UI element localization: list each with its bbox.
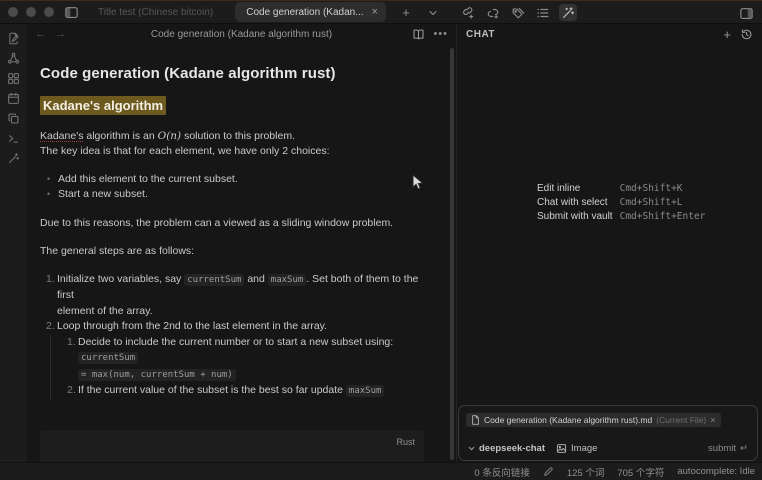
- doc-heading-1: Code generation (Kadane algorithm rust): [40, 64, 424, 83]
- canvas-grid-icon[interactable]: [4, 71, 24, 85]
- chat-input-box[interactable]: Code generation (Kadane algorithm rust).…: [458, 405, 758, 461]
- editor-scrollbar[interactable]: [450, 48, 454, 460]
- chat-toolbar: [459, 4, 577, 21]
- traffic-lights: [8, 7, 54, 17]
- list-item: 1. Decide to include the current number …: [51, 335, 424, 384]
- toggle-left-sidebar-icon[interactable]: [62, 3, 80, 21]
- list-item: 1. Initialize two variables, say current…: [40, 272, 424, 320]
- chip-close-icon[interactable]: ×: [710, 415, 715, 425]
- tags-icon[interactable]: [509, 4, 527, 21]
- file-icon: [471, 415, 480, 425]
- inline-code: currentSum: [78, 352, 138, 364]
- chat-panel-title: CHAT: [466, 29, 495, 40]
- chat-messages-area: Edit inline Cmd+Shift+K Chat with select…: [457, 44, 762, 462]
- graph-view-icon[interactable]: [4, 51, 24, 65]
- note-title-breadcrumb: Code generation (Kadane algorithm rust): [27, 29, 456, 40]
- edit-pencil-icon[interactable]: [543, 466, 554, 477]
- submit-button[interactable]: submit ↵: [708, 443, 748, 454]
- toggle-right-sidebar-icon[interactable]: [737, 4, 755, 22]
- backlinks-count[interactable]: 0 条反向链接: [474, 465, 529, 479]
- close-window-button[interactable]: [8, 7, 18, 17]
- chat-history-icon[interactable]: [740, 28, 753, 41]
- code-language-label: Rust: [396, 435, 415, 451]
- list-item: • Add this element to the current subset…: [40, 172, 424, 188]
- daily-note-calendar-icon[interactable]: [4, 91, 24, 105]
- navigate-back-icon[interactable]: ←: [35, 28, 46, 40]
- rust-code-block: Rust: [40, 430, 424, 463]
- inline-code: = max(num, currentSum + num): [78, 369, 236, 381]
- new-tab-button[interactable]: +: [398, 5, 414, 20]
- model-selector[interactable]: deepseek-chat: [467, 443, 545, 454]
- titlebar: Title test (Chinese bitcoin) Code genera…: [0, 1, 762, 24]
- workspace: ← → Code generation (Kadane algorithm ru…: [0, 24, 762, 462]
- editor-pane: ← → Code generation (Kadane algorithm ru…: [27, 24, 456, 462]
- bullet-glyph: •: [47, 172, 58, 188]
- return-key-icon: ↵: [740, 443, 748, 454]
- tab-close-icon[interactable]: ×: [372, 7, 378, 18]
- ribbon-wand-icon[interactable]: [4, 151, 24, 165]
- quick-switcher-icon[interactable]: [4, 31, 24, 45]
- paragraph-sliding-window: Due to this reasons, the problem can a v…: [40, 216, 424, 232]
- char-count: 705 个字符: [617, 465, 664, 479]
- new-chat-icon[interactable]: +: [723, 28, 731, 41]
- steps-ordered-list: 1. Initialize two variables, say current…: [40, 272, 424, 400]
- more-options-icon[interactable]: •••: [433, 28, 448, 40]
- context-file-name: Code generation (Kadane algorithm rust).…: [484, 415, 652, 425]
- list-icon[interactable]: [534, 4, 552, 21]
- list-item: 2. Loop through from the 2nd to the last…: [40, 319, 424, 335]
- add-backlink-icon[interactable]: [484, 4, 502, 21]
- navigate-forward-icon[interactable]: →: [55, 28, 66, 40]
- editor-header: ← → Code generation (Kadane algorithm ru…: [27, 24, 456, 44]
- chevron-down-icon: [467, 444, 476, 453]
- attach-image-button[interactable]: Image: [556, 443, 597, 454]
- image-icon: [556, 443, 567, 454]
- zoom-window-button[interactable]: [44, 7, 54, 17]
- tab-label: Code generation (Kadan...: [246, 7, 363, 18]
- nested-ordered-list: 1. Decide to include the current number …: [50, 335, 424, 400]
- app-window: Title test (Chinese bitcoin) Code genera…: [0, 0, 762, 480]
- terminal-icon[interactable]: [4, 131, 24, 145]
- chat-header: CHAT +: [457, 24, 762, 44]
- context-file-tag: (Current File): [656, 415, 706, 425]
- word-count: 125 个词: [567, 465, 605, 479]
- context-file-chip[interactable]: Code generation (Kadane algorithm rust).…: [466, 413, 721, 427]
- inline-code: currentSum: [184, 274, 244, 286]
- inline-math: O(n): [158, 130, 182, 142]
- paragraph-kadane-intro: Kadane's algorithm is an O(n) solution t…: [40, 129, 424, 160]
- tab-title-test[interactable]: Title test (Chinese bitcoin): [86, 2, 225, 22]
- paragraph-general-steps: The general steps are as follows:: [40, 244, 424, 260]
- list-item: 2. If the current value of the subset is…: [51, 383, 424, 400]
- status-bar: 0 条反向链接 125 个词 705 个字符 autocomplete: Idl…: [0, 462, 762, 480]
- markdown-preview: Code generation (Kadane algorithm rust) …: [27, 44, 456, 462]
- choices-bullet-list: • Add this element to the current subset…: [40, 172, 424, 203]
- inline-code: maxSum: [346, 385, 385, 397]
- templates-copy-icon[interactable]: [4, 111, 24, 125]
- left-ribbon: [0, 24, 27, 462]
- window-accent-line: [0, 0, 762, 1]
- wand-icon[interactable]: [559, 4, 577, 21]
- bullet-glyph: •: [47, 187, 58, 203]
- chat-panel: CHAT + Edit inline Cmd+Shift+K Chat with…: [457, 24, 762, 462]
- inline-code: maxSum: [268, 274, 307, 286]
- tab-label: Title test (Chinese bitcoin): [98, 7, 213, 18]
- doc-heading-2-highlighted: Kadane's algorithm: [40, 96, 166, 115]
- autocomplete-status: autocomplete: Idle: [677, 466, 755, 477]
- chat-shortcut-hints: Edit inline Cmd+Shift+K Chat with select…: [537, 183, 705, 222]
- add-link-icon[interactable]: [459, 4, 477, 21]
- reading-view-icon[interactable]: [412, 28, 425, 41]
- tab-list-chevron-down-icon[interactable]: [424, 4, 442, 22]
- list-item: • Start a new subset.: [40, 187, 424, 203]
- tab-code-generation[interactable]: Code generation (Kadan... ×: [235, 2, 386, 22]
- titlebar-right-tools: [424, 1, 577, 24]
- minimize-window-button[interactable]: [26, 7, 36, 17]
